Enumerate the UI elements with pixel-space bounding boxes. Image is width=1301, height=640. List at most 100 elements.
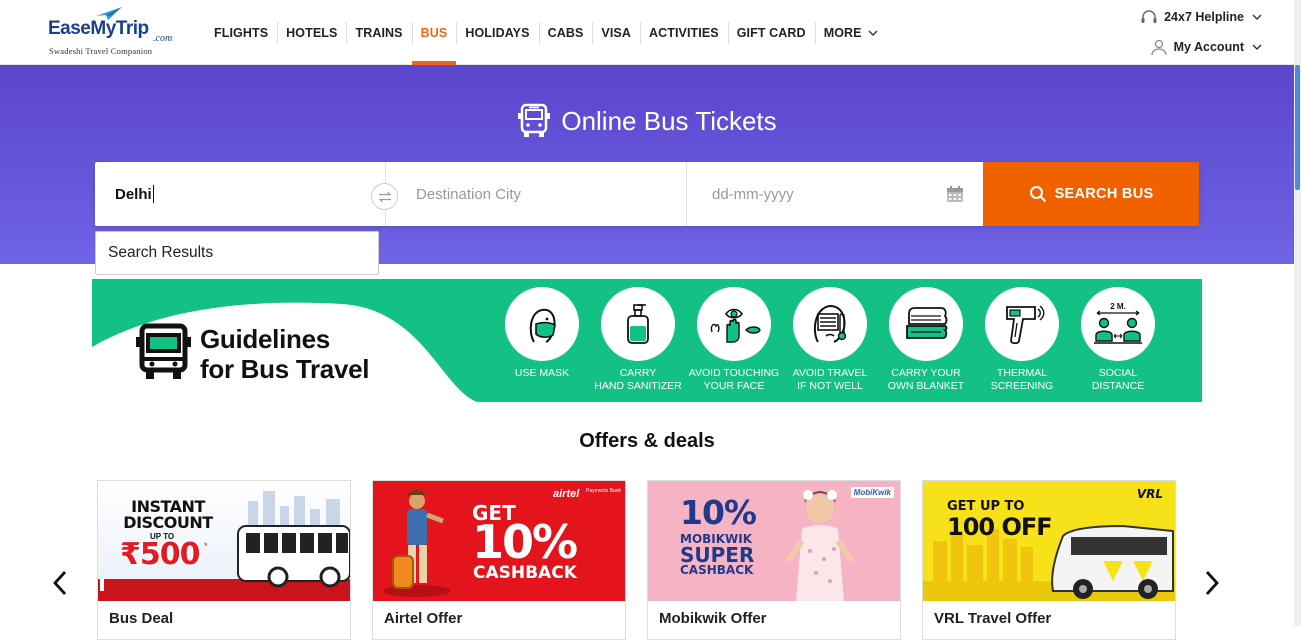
nav-label: FLIGHTS: [214, 25, 269, 40]
guidelines-title-line: for Bus Travel: [200, 354, 370, 384]
nav-activities[interactable]: ACTIVITIES: [639, 0, 728, 65]
logo-com: .com: [153, 33, 173, 44]
guideline-label: AVOID TOUCHING YOUR FACE: [688, 367, 780, 392]
bus-icon: [518, 103, 551, 137]
guideline-label: USE MASK: [514, 367, 570, 379]
search-button-label: SEARCH BUS: [1054, 186, 1154, 202]
chevron-down-icon: [868, 30, 878, 36]
offer-card-airtel[interactable]: airtel Payments Bank GET 10% CASHBACK Ai…: [372, 480, 626, 640]
offer-headline: SUPER: [680, 543, 755, 567]
chevron-down-icon: [1252, 44, 1262, 50]
distance-badge: 2 M.: [1110, 302, 1126, 311]
offer-image: INSTANT DISCOUNT UP TO ₹500 *: [98, 481, 350, 601]
airtel-brand: airtel: [553, 488, 580, 500]
no-touch-face-icon: [710, 308, 761, 343]
offer-image: MobiKwik 10% MOBIKWIK SUPER CASHBACK: [648, 481, 900, 601]
search-bus-button[interactable]: SEARCH BUS: [983, 162, 1199, 226]
nav-trains[interactable]: TRAINS: [346, 0, 411, 65]
nav-visa[interactable]: VISA: [592, 0, 640, 65]
guideline-item: CARRY HAND SANITIZER: [590, 287, 686, 392]
guidelines-title-line: Guidelines: [200, 324, 330, 354]
guideline-label: CARRY HAND SANITIZER: [594, 367, 682, 392]
offer-amount: 10%: [680, 493, 757, 532]
logo-text: EaseMyTrip: [48, 18, 149, 39]
offer-image: airtel Payments Bank GET 10% CASHBACK: [373, 481, 625, 601]
nav-label: GIFT CARD: [736, 25, 806, 40]
offer-image: VRL GET UP TO 100 OFF: [923, 481, 1175, 601]
helpline-label: 24x7 Helpline: [1164, 10, 1244, 24]
guideline-item: 2 M. SOCIAL DISTANCE: [1070, 287, 1166, 392]
source-city-input[interactable]: Delhi: [95, 162, 385, 226]
offer-star: *: [204, 541, 208, 551]
swap-cities-button[interactable]: [371, 183, 398, 210]
calendar-icon[interactable]: [946, 185, 964, 203]
nav-gift-card[interactable]: GIFT CARD: [727, 0, 815, 65]
guideline-icon-circle: [985, 287, 1059, 361]
guideline-items: USE MASK CARRY HAND SANITIZER AVOID TOUC…: [494, 287, 1166, 392]
nav-label: CABS: [547, 25, 584, 40]
site-logo[interactable]: EaseMyTrip .com Swadeshi Travel Companio…: [46, 6, 186, 58]
nav-label: MORE: [823, 25, 862, 40]
guideline-label: CARRY YOUR OWN BLANKET: [887, 367, 965, 392]
nav-hotels[interactable]: HOTELS: [277, 0, 346, 65]
unwell-icon: [813, 304, 847, 343]
guideline-icon-circle: [697, 287, 771, 361]
carousel-next-arrow-icon[interactable]: [1204, 570, 1220, 596]
page-scrollbar-thumb[interactable]: [1295, 65, 1300, 190]
hero-title-text: Online Bus Tickets: [561, 105, 777, 136]
account-label: My Account: [1173, 40, 1244, 54]
destination-city-input[interactable]: Destination City: [416, 162, 696, 226]
search-results-label: Search Results: [108, 244, 214, 261]
travel-date-input[interactable]: dd-mm-yyyy: [712, 162, 972, 226]
nav-bus[interactable]: BUS: [411, 0, 457, 65]
account-menu[interactable]: My Account: [1150, 38, 1262, 56]
nav-more[interactable]: MORE: [814, 0, 887, 65]
headset-icon: [1141, 10, 1157, 23]
guideline-label: THERMAL SCREENING: [990, 367, 1054, 392]
nav-label: TRAINS: [355, 25, 403, 40]
nav-label: BUS: [420, 25, 448, 40]
main-nav: FLIGHTS HOTELS TRAINS BUS HOLIDAYS CABS …: [205, 0, 887, 65]
guidelines-banner: Guidelines for Bus Travel USE MASK CARRY…: [92, 279, 1202, 402]
guidelines-title: Guidelines for Bus Travel: [200, 324, 370, 384]
airtel-brand-sub: Payments Bank: [586, 488, 622, 494]
bus-search-form: Delhi Destination City dd-mm-yyyy SEARCH…: [95, 162, 1199, 226]
nav-flights[interactable]: FLIGHTS: [205, 0, 277, 65]
offers-title: Offers & deals: [579, 430, 715, 452]
search-icon: [1029, 186, 1046, 203]
swap-icon: [378, 191, 391, 202]
mask-icon: [529, 308, 556, 343]
offer-card-bus-deal[interactable]: INSTANT DISCOUNT UP TO ₹500 * Bus Deal: [97, 480, 351, 640]
offer-label: VRL Travel Offer: [934, 610, 1052, 627]
offer-label: Bus Deal: [109, 610, 174, 627]
guideline-icon-circle: [889, 287, 963, 361]
sanitizer-icon: [627, 304, 649, 344]
date-placeholder: dd-mm-yyyy: [712, 185, 794, 203]
guideline-label: SOCIAL DISTANCE: [1091, 367, 1145, 392]
bus-icon: [136, 323, 191, 379]
offer-headline: DISCOUNT: [123, 513, 213, 532]
guideline-item: CARRY YOUR OWN BLANKET: [878, 287, 974, 392]
offer-label: Mobikwik Offer: [659, 610, 767, 627]
guideline-item: AVOID TRAVEL IF NOT WELL: [782, 287, 878, 392]
offer-label: Airtel Offer: [384, 610, 463, 627]
offer-card-vrl[interactable]: VRL GET UP TO 100 OFF VRL Travel Offer: [922, 480, 1176, 640]
logo-tagline: Swadeshi Travel Companion: [49, 46, 153, 56]
helpline-menu[interactable]: 24x7 Helpline: [1140, 9, 1262, 25]
nav-cabs[interactable]: CABS: [538, 0, 593, 65]
mobikwik-brand: MobiKwik: [850, 487, 894, 498]
social-distance-icon: 2 M.: [1094, 302, 1142, 344]
thermal-scanner-icon: [1006, 305, 1045, 345]
field-divider: [686, 162, 687, 226]
guideline-item: AVOID TOUCHING YOUR FACE: [686, 287, 782, 392]
nav-holidays[interactable]: HOLIDAYS: [456, 0, 538, 65]
nav-label: HOTELS: [286, 25, 338, 40]
offer-card-mobikwik[interactable]: MobiKwik 10% MOBIKWIK SUPER CASHBACK Mob…: [647, 480, 901, 640]
offer-amount: 100 OFF: [947, 513, 1053, 541]
search-results-dropdown[interactable]: Search Results: [95, 231, 379, 275]
guideline-item: THERMAL SCREENING: [974, 287, 1070, 392]
carousel-prev-arrow-icon[interactable]: [52, 570, 68, 596]
nav-label: VISA: [601, 25, 631, 40]
offer-headline: GET UP TO: [947, 499, 1025, 514]
offer-sub: CASHBACK: [680, 563, 754, 577]
